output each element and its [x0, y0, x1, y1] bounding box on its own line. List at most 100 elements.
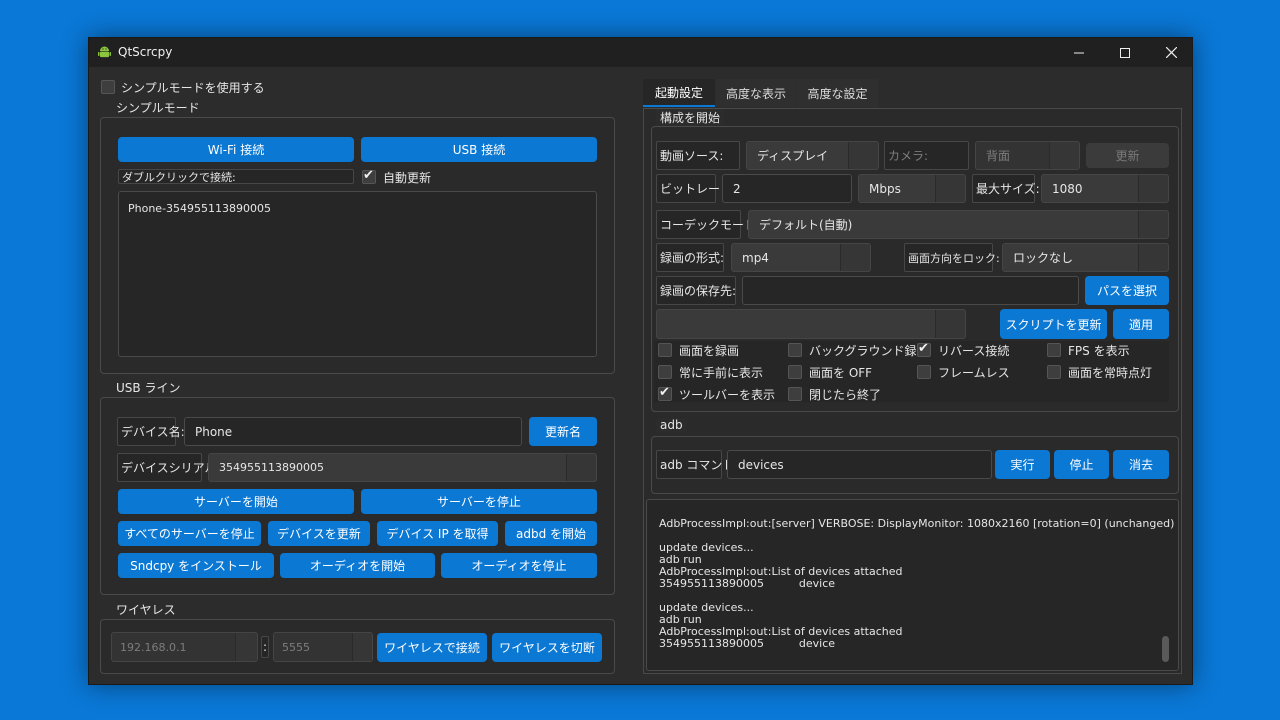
usb-connect-button[interactable]: USB 接続: [361, 137, 597, 162]
maximize-button[interactable]: [1102, 38, 1148, 67]
wifi-connect-button[interactable]: Wi-Fi 接続: [118, 137, 354, 162]
dblclick-connect-label: ダブルクリックで接続:: [118, 169, 354, 184]
max-size-value: 1080: [1052, 181, 1083, 196]
simple-mode-checkbox[interactable]: [101, 80, 115, 94]
close-button[interactable]: [1148, 38, 1194, 67]
start-audio-button[interactable]: オーディオを開始: [280, 553, 435, 578]
wireless-disconnect-button[interactable]: ワイヤレスを切断: [492, 633, 602, 662]
chevron-down-icon: [566, 454, 596, 481]
minimize-button[interactable]: [1056, 38, 1102, 67]
log-line: 354955113890005 device: [659, 577, 836, 590]
wireless-group-title: ワイヤレス: [112, 601, 180, 618]
chevron-down-icon: [935, 175, 965, 202]
list-item[interactable]: Phone-354955113890005: [128, 202, 271, 215]
start-adbd-button[interactable]: adbd を開始: [505, 521, 597, 546]
video-source-value: ディスプレイ: [757, 149, 829, 163]
device-name-input[interactable]: Phone: [184, 417, 522, 446]
start-server-button[interactable]: サーバーを開始: [118, 489, 354, 514]
option-label: FPS を表示: [1068, 344, 1130, 358]
record-format-value: mp4: [742, 250, 769, 265]
ip-address-value: 192.168.0.1: [120, 640, 187, 654]
option-label: ツールバーを表示: [679, 388, 776, 402]
refresh-devices-button[interactable]: デバイスを更新: [268, 521, 370, 546]
lock-orientation-select[interactable]: ロックなし: [1002, 243, 1169, 272]
adb-command-label: adb コマンド:: [656, 450, 738, 479]
clear-button[interactable]: 消去: [1113, 450, 1169, 479]
script-select[interactable]: [656, 309, 966, 339]
update-script-button[interactable]: スクリプトを更新: [1000, 309, 1107, 339]
option-checkbox-0[interactable]: [658, 343, 672, 357]
install-sndcpy-button[interactable]: Sndcpy をインストール: [118, 553, 274, 578]
codec-mode-value: デフォルト(自動): [759, 218, 853, 232]
option-label: 画面を録画: [679, 344, 740, 358]
tab-startup-settings[interactable]: 起動設定: [643, 79, 715, 107]
rename-button[interactable]: 更新名: [529, 417, 597, 446]
port-value: 5555: [282, 640, 310, 654]
ip-address-select[interactable]: 192.168.0.1: [111, 632, 258, 662]
bitrate-unit-value: Mbps: [869, 181, 901, 196]
option-checkbox-6[interactable]: [917, 365, 931, 379]
option-checkbox-1[interactable]: [788, 343, 802, 357]
device-serial-value: 354955113890005: [219, 461, 324, 474]
chevron-down-icon: [1049, 142, 1079, 169]
stop-all-servers-button[interactable]: すべてのサーバーを停止: [118, 521, 261, 546]
video-source-select[interactable]: ディスプレイ: [746, 141, 879, 170]
record-save-path-input[interactable]: [742, 276, 1079, 305]
stop-button[interactable]: 停止: [1054, 450, 1109, 479]
option-checkbox-3[interactable]: [1047, 343, 1061, 357]
max-size-label: 最大サイズ:: [972, 174, 1040, 203]
tab-advanced-display[interactable]: 高度な表示: [716, 79, 796, 107]
wireless-connect-button[interactable]: ワイヤレスで接続: [377, 633, 487, 662]
ip-port-separator: :: [261, 636, 269, 658]
chevron-down-icon: [1138, 175, 1168, 202]
log-line: AdbProcessImpl:out:[server] VERBOSE: Dis…: [659, 517, 1175, 530]
log-line: 354955113890005 device: [659, 637, 836, 650]
title-bar[interactable]: QtScrcpy: [89, 38, 1192, 67]
max-size-select[interactable]: 1080: [1041, 174, 1169, 203]
option-checkbox-5[interactable]: [788, 365, 802, 379]
record-format-select[interactable]: mp4: [731, 243, 871, 272]
option-label: フレームレス: [938, 366, 1010, 380]
bitrate-label: ビットレート:: [656, 174, 736, 203]
bitrate-unit-select[interactable]: Mbps: [858, 174, 966, 203]
app-window: QtScrcpy シンプルモードを使用する シンプルモード Wi-Fi 接続 U…: [88, 37, 1193, 685]
chevron-down-icon: [1138, 244, 1168, 271]
minimize-icon: [1074, 52, 1084, 53]
device-serial-label: デバイスシリアル:: [117, 453, 221, 482]
camera-label: カメラ:: [884, 141, 969, 170]
adb-command-input[interactable]: devices: [727, 450, 992, 479]
port-select[interactable]: 5555: [273, 632, 373, 662]
close-icon: [1165, 47, 1177, 58]
refresh-camera-button[interactable]: 更新: [1086, 143, 1169, 168]
option-label: 閉じたら終了: [809, 388, 882, 402]
chevron-down-icon: [935, 310, 965, 338]
usb-line-group-title: USB ライン: [112, 379, 185, 396]
get-device-ip-button[interactable]: デバイス IP を取得: [377, 521, 498, 546]
stop-server-button[interactable]: サーバーを停止: [361, 489, 597, 514]
chevron-down-icon: [235, 633, 257, 661]
camera-select[interactable]: 背面: [975, 141, 1080, 170]
log-scrollbar[interactable]: [1162, 636, 1169, 662]
select-path-button[interactable]: パスを選択: [1085, 276, 1169, 305]
record-save-path-label: 録画の保存先:: [656, 276, 736, 305]
bitrate-input[interactable]: 2: [722, 174, 852, 203]
run-button[interactable]: 実行: [995, 450, 1050, 479]
simple-mode-group-title: シンプルモード: [112, 99, 204, 116]
option-checkbox-9[interactable]: [788, 387, 802, 401]
maximize-icon: [1120, 47, 1130, 58]
tab-advanced-settings[interactable]: 高度な設定: [797, 79, 878, 107]
device-serial-select[interactable]: 354955113890005: [208, 453, 597, 482]
option-checkbox-2[interactable]: [917, 341, 931, 357]
lock-orientation-label: 画面方向をロック:: [904, 243, 1000, 272]
config-group-title: 構成を開始: [656, 109, 725, 126]
device-list[interactable]: Phone-354955113890005: [118, 191, 597, 357]
option-checkbox-7[interactable]: [1047, 365, 1061, 379]
auto-update-checkbox[interactable]: [362, 168, 376, 184]
option-checkbox-4[interactable]: [658, 365, 672, 379]
stop-audio-button[interactable]: オーディオを停止: [441, 553, 597, 578]
apply-button[interactable]: 適用: [1113, 309, 1169, 339]
codec-mode-select[interactable]: デフォルト(自動): [748, 210, 1169, 239]
lock-orientation-value: ロックなし: [1013, 251, 1074, 265]
option-checkbox-8[interactable]: [658, 385, 672, 401]
log-output[interactable]: AdbProcessImpl:out:[server] VERBOSE: Dis…: [646, 499, 1179, 671]
